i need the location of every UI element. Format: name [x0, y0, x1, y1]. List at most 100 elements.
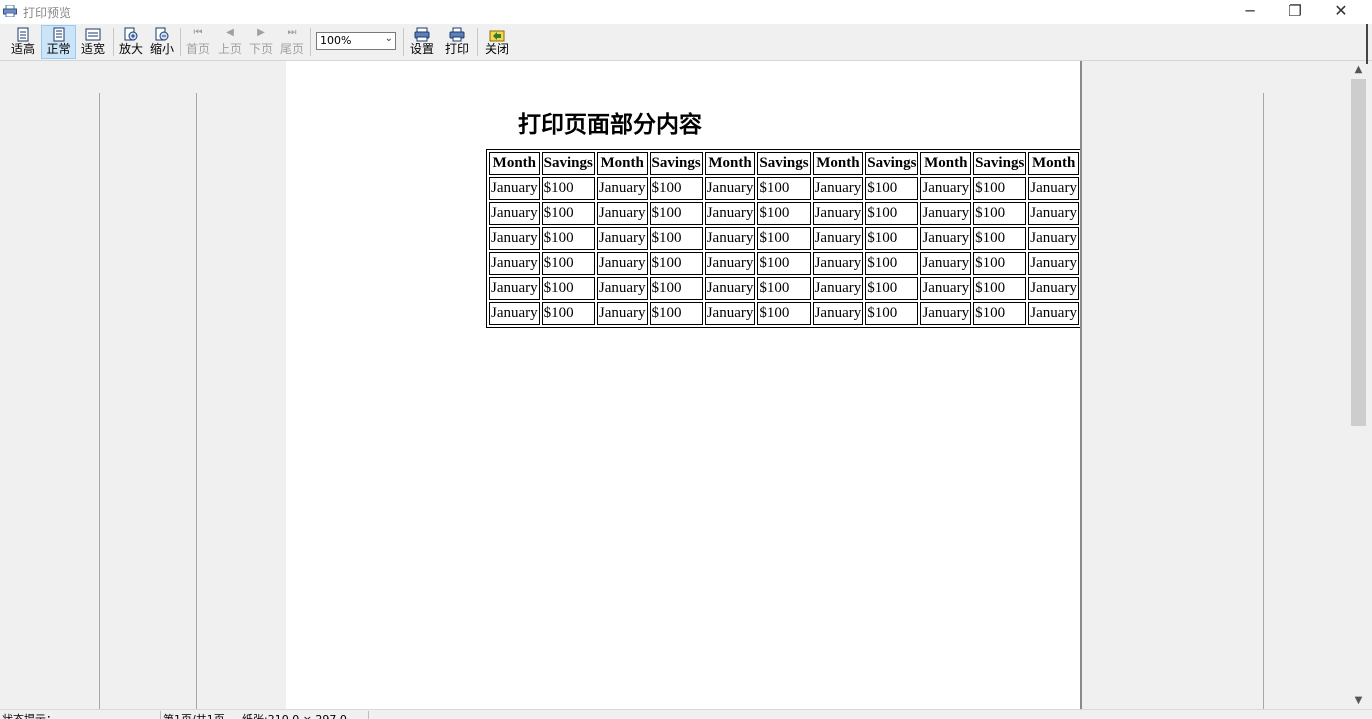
zoom-out-icon	[155, 27, 169, 41]
table-row: January $100 January $100 January $100 January…	[489, 302, 1079, 325]
table-cell: January	[596, 177, 648, 200]
table-cell: January	[489, 177, 540, 200]
table-cell: January	[1028, 227, 1079, 250]
table-cell: January	[1028, 302, 1079, 325]
window-title: 打印预览	[23, 6, 72, 20]
settings-button[interactable]: 设置	[407, 26, 437, 58]
zoom-select[interactable]: 100% ⌄	[316, 32, 396, 50]
table-cell: $100	[865, 252, 919, 275]
next-page-label: 下页	[248, 42, 273, 56]
vertical-scrollbar[interactable]: ▲ ▼	[1350, 61, 1367, 709]
table-cell: January	[812, 302, 864, 325]
table-cell: $100	[865, 302, 919, 325]
column-header: Savings	[973, 152, 1027, 175]
close-window-button[interactable]: ✕	[1318, 0, 1364, 24]
table-cell: $100	[865, 202, 919, 225]
table-cell: $100	[541, 202, 595, 225]
table-cell: January	[596, 302, 648, 325]
restore-button[interactable]: ❐	[1272, 0, 1318, 24]
table-cell: January	[704, 227, 756, 250]
table-row: January $100 January $100 January $100 January…	[489, 177, 1079, 200]
close-preview-label: 关闭	[484, 42, 509, 56]
table-cell: January	[596, 202, 648, 225]
table-cell: $100	[649, 177, 703, 200]
table-cell: $100	[865, 227, 919, 250]
table-cell: January	[812, 177, 864, 200]
title-bar: 打印预览 ─ ❐ ✕	[0, 0, 1372, 24]
column-header: Month	[1028, 152, 1079, 175]
table-cell: January	[812, 202, 864, 225]
column-header: Month	[920, 152, 972, 175]
column-header: Month	[596, 152, 648, 175]
table-cell: January	[812, 252, 864, 275]
first-page-button[interactable]: ⏮ 首页	[183, 26, 213, 58]
table-cell: January	[489, 302, 540, 325]
table-cell: January	[704, 177, 756, 200]
table-cell: January	[920, 277, 972, 300]
table-row: January $100 January $100 January $100 January…	[489, 252, 1079, 275]
table-cell: January	[489, 277, 540, 300]
zoom-out-button[interactable]: 缩小	[148, 26, 176, 58]
column-header: Month	[812, 152, 864, 175]
table-cell: January	[1028, 177, 1079, 200]
table-cell: $100	[541, 277, 595, 300]
printer-icon	[449, 27, 465, 42]
scroll-up-arrow-icon[interactable]: ▲	[1350, 61, 1367, 78]
table-cell: January	[1028, 277, 1079, 300]
prev-page-label: 上页	[217, 42, 242, 56]
toolbar-separator	[113, 28, 114, 56]
table-cell: $100	[973, 227, 1027, 250]
close-preview-button[interactable]: 关闭	[482, 26, 512, 58]
page-guide-line	[196, 93, 197, 709]
fit-height-button[interactable]: 适高	[7, 26, 39, 58]
print-button[interactable]: 打印	[442, 26, 472, 58]
exit-folder-icon	[489, 30, 505, 42]
fit-height-icon	[17, 27, 29, 42]
table-cell: January	[489, 252, 540, 275]
table-cell: January	[812, 277, 864, 300]
normal-view-button[interactable]: 正常	[41, 25, 76, 59]
table-cell: $100	[973, 277, 1027, 300]
table-cell: $100	[649, 227, 703, 250]
column-header: Savings	[649, 152, 703, 175]
table-cell: $100	[865, 177, 919, 200]
preview-area[interactable]: 打印页面部分内容 Month Savings Month Savings Month Sa…	[0, 61, 1350, 709]
table-cell: January	[596, 227, 648, 250]
column-header: Savings	[865, 152, 919, 175]
table-cell: $100	[757, 227, 811, 250]
toolbar: 适高 正常 适宽 放大 缩小 ⏮ 首页 ◀ 上页 ▶ 下页 ⏭ 尾页 100% …	[0, 24, 1372, 61]
prev-page-button[interactable]: ◀ 上页	[215, 26, 245, 58]
minimize-button[interactable]: ─	[1227, 0, 1273, 24]
table-cell: January	[920, 202, 972, 225]
fit-width-button[interactable]: 适宽	[77, 26, 109, 58]
table-cell: $100	[649, 302, 703, 325]
table-cell: $100	[757, 177, 811, 200]
next-page-button[interactable]: ▶ 下页	[246, 26, 276, 58]
prev-page-icon: ◀	[226, 27, 234, 38]
table-row: January $100 January $100 January $100 January…	[489, 202, 1079, 225]
table-cell: $100	[541, 252, 595, 275]
table-row: January $100 January $100 January $100 January…	[489, 277, 1079, 300]
page-icon	[53, 27, 64, 42]
normal-view-label: 正常	[46, 42, 71, 56]
first-page-icon: ⏮	[193, 27, 203, 38]
table-cell: $100	[541, 177, 595, 200]
toolbar-separator	[180, 28, 181, 56]
toolbar-separator	[477, 28, 478, 56]
column-header: Month	[489, 152, 540, 175]
table-cell: January	[812, 227, 864, 250]
last-page-button[interactable]: ⏭ 尾页	[277, 26, 307, 58]
table-cell: $100	[757, 202, 811, 225]
scrollbar-thumb[interactable]	[1351, 79, 1366, 426]
table-cell: $100	[973, 252, 1027, 275]
column-header: Savings	[757, 152, 811, 175]
window-edge	[1366, 24, 1368, 64]
table-cell: $100	[973, 177, 1027, 200]
table-cell: $100	[649, 202, 703, 225]
table-cell: January	[704, 202, 756, 225]
zoom-in-button[interactable]: 放大	[116, 26, 146, 58]
table-cell: $100	[865, 277, 919, 300]
table-cell: January	[920, 252, 972, 275]
scroll-down-arrow-icon[interactable]: ▼	[1350, 692, 1367, 709]
table-cell: $100	[649, 252, 703, 275]
